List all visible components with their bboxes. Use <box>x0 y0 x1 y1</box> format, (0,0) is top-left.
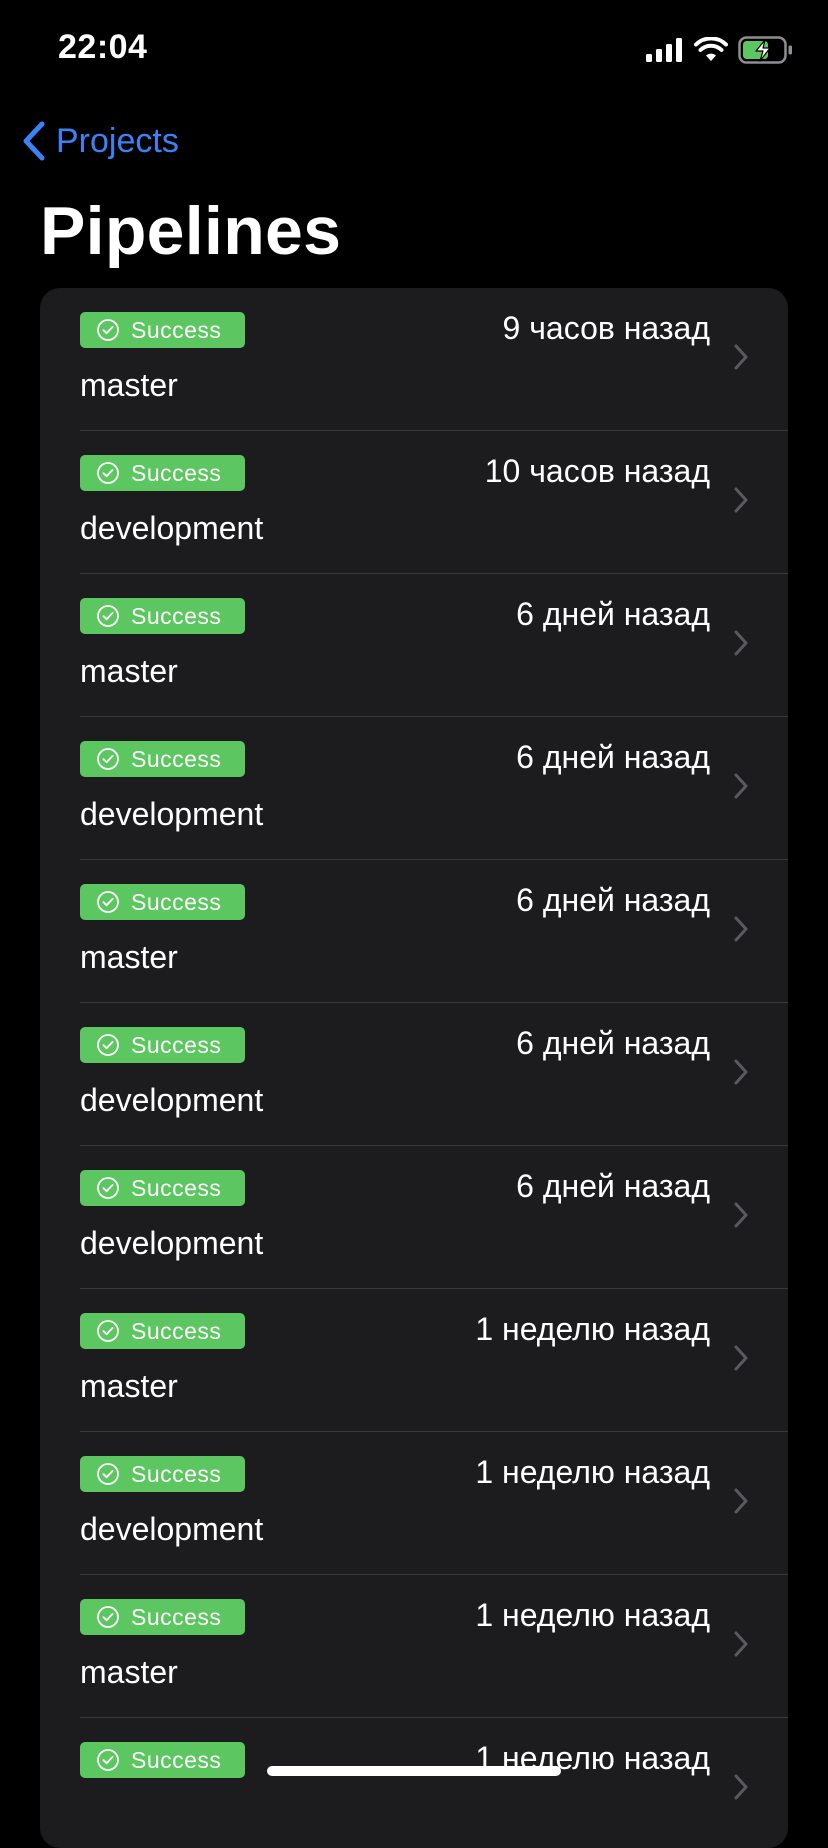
pipeline-time: 1 неделю назад <box>475 1454 710 1490</box>
status-badge-label: Success <box>131 316 222 343</box>
chevron-right-icon <box>734 1488 748 1514</box>
status-badge-label: Success <box>131 1460 222 1487</box>
pipeline-time: 6 дней назад <box>516 596 710 632</box>
status-badge-label: Success <box>131 888 222 915</box>
status-badge: Success <box>80 1313 245 1349</box>
checkmark-circle-icon <box>97 1320 119 1342</box>
status-badge-label: Success <box>131 1317 222 1344</box>
status-badge-label: Success <box>131 602 222 629</box>
pipeline-time: 6 дней назад <box>516 1025 710 1061</box>
pipeline-branch: master <box>80 1654 178 1690</box>
pipeline-time: 1 неделю назад <box>475 1311 710 1347</box>
checkmark-circle-icon <box>97 462 119 484</box>
status-badge: Success <box>80 598 245 634</box>
checkmark-circle-icon <box>97 319 119 341</box>
status-badge: Success <box>80 884 245 920</box>
chevron-right-icon <box>734 630 748 656</box>
status-badge-label: Success <box>131 1174 222 1201</box>
pipeline-row[interactable]: Success 6 дней назад development <box>40 717 788 860</box>
pipeline-branch: development <box>80 1082 264 1118</box>
pipeline-time: 9 часов назад <box>502 310 710 346</box>
pipeline-row[interactable]: Success 6 дней назад master <box>40 860 788 1003</box>
back-button[interactable]: Projects <box>22 116 179 166</box>
pipeline-row[interactable]: Success 1 неделю назад master <box>40 1289 788 1432</box>
back-button-label: Projects <box>56 121 179 160</box>
status-badge: Success <box>80 1599 245 1635</box>
pipeline-row[interactable]: Success 1 неделю назад development <box>40 1432 788 1575</box>
status-badge: Success <box>80 1456 245 1492</box>
pipeline-branch: master <box>80 653 178 689</box>
pipeline-time: 10 часов назад <box>484 453 710 489</box>
home-indicator[interactable] <box>267 1766 561 1776</box>
pipeline-branch: development <box>80 510 264 546</box>
pipeline-branch: master <box>80 367 178 403</box>
pipeline-row[interactable]: Success 9 часов назад master <box>40 288 788 431</box>
pipeline-row[interactable]: Success 1 неделю назад master <box>40 1575 788 1718</box>
pipeline-row[interactable]: Success 6 дней назад development <box>40 1003 788 1146</box>
pipeline-row[interactable]: Success 6 дней назад master <box>40 574 788 717</box>
checkmark-circle-icon <box>97 1749 119 1771</box>
status-badge-label: Success <box>131 1031 222 1058</box>
pipeline-time: 6 дней назад <box>516 882 710 918</box>
status-badge: Success <box>80 1170 245 1206</box>
chevron-left-icon <box>23 121 45 161</box>
checkmark-circle-icon <box>97 1177 119 1199</box>
battery-charging-icon <box>738 36 792 64</box>
status-badge: Success <box>80 455 245 491</box>
chevron-right-icon <box>734 1059 748 1085</box>
checkmark-circle-icon <box>97 748 119 770</box>
checkmark-circle-icon <box>97 1034 119 1056</box>
pipeline-row[interactable]: Success 1 неделю назад <box>40 1718 788 1848</box>
page-title: Pipelines <box>40 193 342 269</box>
chevron-right-icon <box>734 1631 748 1657</box>
chevron-right-icon <box>734 1774 748 1800</box>
status-badge-label: Success <box>131 1603 222 1630</box>
status-time: 22:04 <box>58 28 148 66</box>
chevron-right-icon <box>734 344 748 370</box>
pipeline-time: 6 дней назад <box>516 1168 710 1204</box>
chevron-right-icon <box>734 773 748 799</box>
checkmark-circle-icon <box>97 1463 119 1485</box>
pipeline-branch: master <box>80 1368 178 1404</box>
chevron-right-icon <box>734 916 748 942</box>
chevron-right-icon <box>734 1345 748 1371</box>
status-badge-label: Success <box>131 745 222 772</box>
status-badge: Success <box>80 1742 245 1778</box>
chevron-right-icon <box>734 1202 748 1228</box>
pipeline-row[interactable]: Success 10 часов назад development <box>40 431 788 574</box>
status-badge: Success <box>80 312 245 348</box>
checkmark-circle-icon <box>97 605 119 627</box>
chevron-right-icon <box>734 487 748 513</box>
pipeline-branch: development <box>80 1225 264 1261</box>
pipeline-list: Success 9 часов назад master Success 10 часо… <box>40 288 788 1848</box>
status-badge-label: Success <box>131 1746 222 1773</box>
status-icons <box>646 34 794 66</box>
cellular-signal-icon <box>646 38 682 62</box>
status-badge-label: Success <box>131 459 222 486</box>
status-badge: Success <box>80 741 245 777</box>
pipeline-branch: development <box>80 1511 264 1547</box>
pipeline-time: 1 неделю назад <box>475 1597 710 1633</box>
wifi-icon <box>694 37 728 61</box>
checkmark-circle-icon <box>97 1606 119 1628</box>
checkmark-circle-icon <box>97 891 119 913</box>
pipeline-branch: master <box>80 939 178 975</box>
pipeline-time: 6 дней назад <box>516 739 710 775</box>
pipeline-row[interactable]: Success 6 дней назад development <box>40 1146 788 1289</box>
status-bar: 22:04 <box>0 0 828 100</box>
status-badge: Success <box>80 1027 245 1063</box>
pipeline-branch: development <box>80 796 264 832</box>
